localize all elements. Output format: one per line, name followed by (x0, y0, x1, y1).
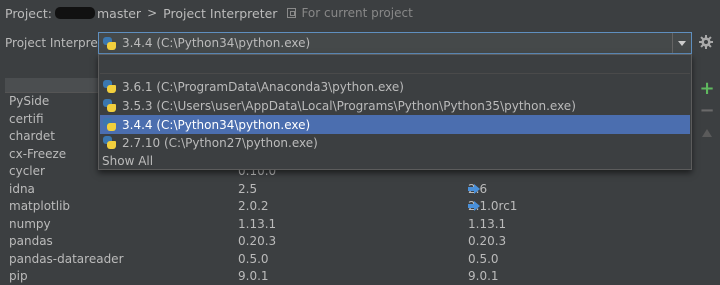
package-name: numpy (9, 216, 51, 231)
interpreter-option[interactable]: 2.7.10 (C:\Python27\python.exe) (100, 133, 690, 152)
interpreter-selected: 3.4.4 (C:\Python34\python.exe) (103, 36, 310, 50)
python-icon (103, 136, 116, 149)
upgrade-arrow-icon (702, 129, 712, 137)
package-name: cx-Freeze (9, 146, 67, 161)
python-icon (103, 36, 116, 50)
package-version: 2.5 (238, 181, 258, 196)
breadcrumb: Project: master > Project Interpreter Fo… (5, 4, 413, 22)
packages-toolbar: + − (694, 78, 720, 158)
dropdown-empty-item[interactable] (100, 57, 690, 74)
package-version: 0.5.0 (238, 251, 269, 266)
table-row[interactable]: pandas 0.20.3 0.20.3 (5, 232, 692, 250)
package-name: certifi (9, 111, 44, 126)
package-latest-version: 1.13.1 (468, 217, 506, 231)
gear-icon (699, 35, 713, 49)
add-package-button[interactable]: + (698, 80, 716, 98)
package-latest-version: 0.5.0 (468, 252, 499, 266)
interpreter-option[interactable]: 3.4.4 (C:\Python34\python.exe) (100, 115, 690, 134)
interpreter-option-label: 2.7.10 (C:\Python27\python.exe) (122, 135, 318, 150)
interpreter-option[interactable]: 3.6.1 (C:\ProgramData\Anaconda3\python.e… (100, 77, 690, 96)
python-icon (103, 99, 116, 112)
minus-icon: − (699, 100, 715, 121)
table-row[interactable]: idna 2.5 2.6 (5, 180, 692, 198)
package-latest-version-text: 0.5.0 (468, 251, 499, 266)
plus-icon: + (699, 78, 715, 99)
copy-icon (287, 8, 297, 18)
breadcrumb-project-name[interactable]: master (97, 6, 141, 21)
package-latest-version: 2.1.0rc1 (468, 199, 517, 213)
redacted-project-name (54, 7, 95, 19)
package-name: PySide (9, 94, 50, 108)
interpreter-option-label: 3.5.3 (C:\Users\user\AppData\Local\Progr… (122, 98, 576, 113)
interpreter-combobox[interactable]: 3.4.4 (C:\Python34\python.exe) (98, 32, 692, 54)
show-all-option[interactable]: Show All (102, 154, 153, 168)
upgrade-arrow-icon (468, 201, 480, 211)
interpreter-option[interactable]: 3.5.3 (C:\Users\user\AppData\Local\Progr… (100, 96, 690, 115)
package-version: 1.13.1 (238, 216, 277, 231)
package-latest-version-text: 1.13.1 (468, 216, 507, 231)
package-name: cycler (9, 164, 45, 178)
package-latest-version: 0.20.3 (468, 234, 506, 248)
package-version: 0.20.3 (238, 234, 277, 248)
interpreter-settings-button[interactable] (698, 34, 714, 50)
chevron-down-icon (678, 40, 686, 46)
upgrade-arrow-icon (468, 183, 480, 194)
package-name: chardet (9, 129, 55, 143)
breadcrumb-project-prefix: Project: (5, 5, 52, 21)
python-icon (103, 80, 116, 93)
package-name: matplotlib (9, 199, 71, 213)
breadcrumb-separator: > (147, 6, 158, 20)
package-version: 9.0.1 (238, 269, 269, 283)
package-latest-version: 9.0.1 (468, 269, 499, 283)
interpreter-dropdown-list: 3.6.1 (C:\ProgramData\Anaconda3\python.e… (98, 54, 692, 170)
scope-note-text: For current project (301, 6, 413, 20)
package-name: pandas-datareader (9, 251, 124, 266)
package-latest-version: 2.6 (468, 182, 487, 196)
table-row[interactable]: numpy 1.13.1 1.13.1 (5, 215, 692, 233)
dropdown-arrow-button[interactable] (672, 33, 691, 53)
python-icon (103, 118, 116, 131)
interpreter-selected-label: 3.4.4 (C:\Python34\python.exe) (122, 36, 311, 50)
upgrade-package-button[interactable] (698, 124, 716, 142)
package-name: idna (9, 181, 35, 196)
interpreter-option-label: 3.4.4 (C:\Python34\python.exe) (122, 117, 311, 132)
package-latest-version-text: 0.20.3 (468, 234, 507, 248)
package-latest-version-text: 9.0.1 (468, 269, 499, 283)
package-name: pip (9, 269, 28, 283)
table-row[interactable]: pip 9.0.1 9.0.1 (5, 267, 692, 285)
interpreter-option-label: 3.6.1 (C:\ProgramData\Anaconda3\python.e… (122, 79, 404, 94)
breadcrumb-current-page: Project Interpreter (163, 5, 278, 21)
scope-note: For current project (287, 6, 413, 20)
remove-package-button[interactable]: − (698, 102, 716, 120)
table-row[interactable]: matplotlib 2.0.2 2.1.0rc1 (5, 197, 692, 215)
table-row[interactable]: pandas-datareader 0.5.0 0.5.0 (5, 250, 692, 268)
package-name: pandas (9, 234, 53, 248)
package-version: 2.0.2 (238, 199, 269, 213)
